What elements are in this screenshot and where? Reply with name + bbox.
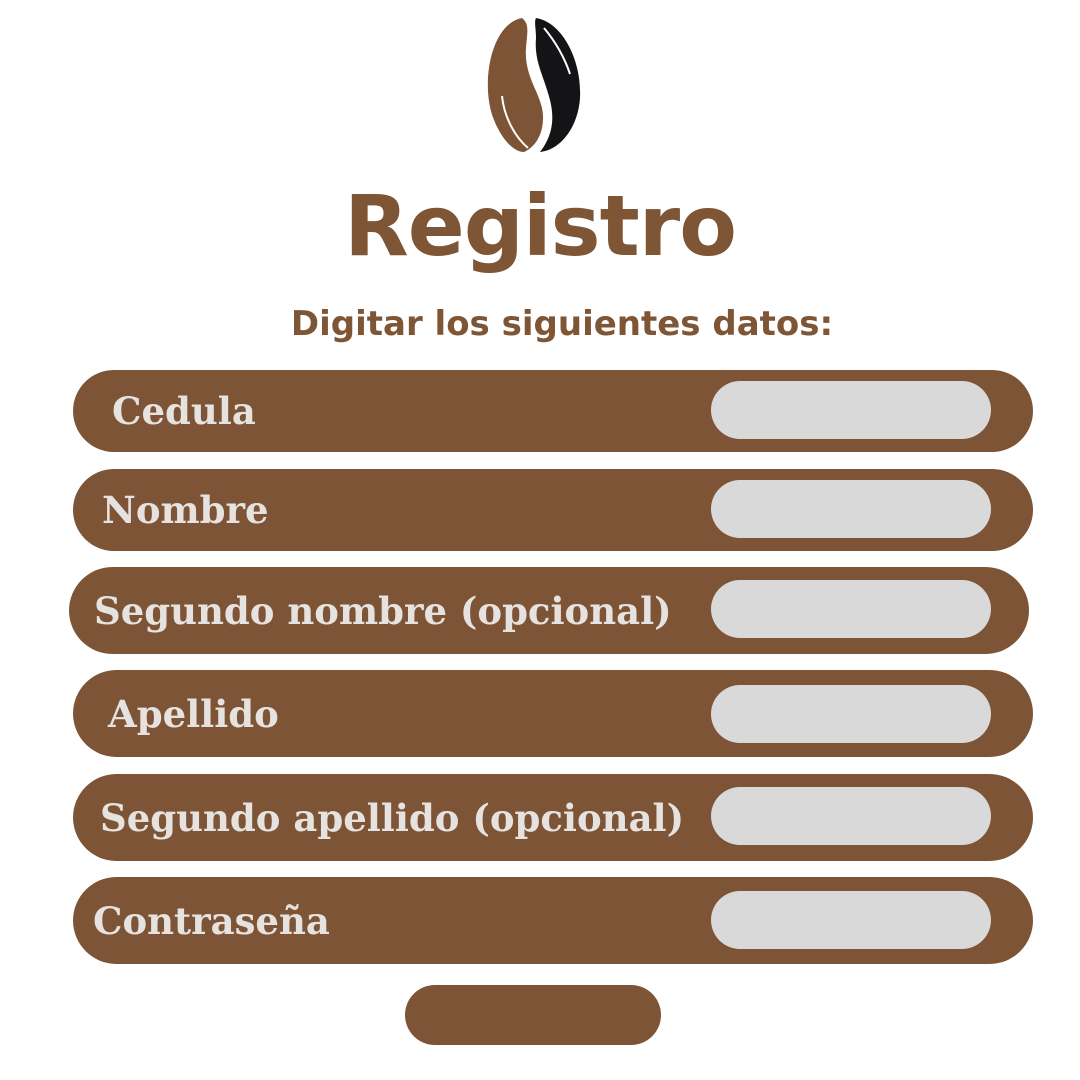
segundo-apellido-row: Segundo apellido (opcional) — [73, 774, 1033, 861]
nombre-label: Nombre — [102, 488, 269, 532]
page-title: Registro — [344, 177, 737, 275]
apellido-input[interactable] — [711, 685, 991, 743]
cedula-row: Cedula — [73, 370, 1033, 452]
segundo-apellido-input[interactable] — [711, 787, 991, 845]
apellido-label: Apellido — [108, 691, 279, 736]
nombre-input[interactable] — [711, 480, 991, 538]
submit-button[interactable] — [405, 985, 661, 1045]
cedula-label: Cedula — [112, 389, 256, 433]
page-subtitle: Digitar los siguientes datos: — [290, 304, 834, 344]
contrasena-label: Contraseña — [93, 898, 330, 943]
contrasena-row: Contraseña — [73, 877, 1033, 964]
nombre-row: Nombre — [73, 469, 1033, 551]
coffee-bean-icon — [487, 18, 581, 152]
segundo-apellido-label: Segundo apellido (opcional) — [100, 795, 685, 840]
segundo-nombre-row: Segundo nombre (opcional) — [69, 567, 1029, 654]
segundo-nombre-label: Segundo nombre (opcional) — [94, 588, 672, 633]
segundo-nombre-input[interactable] — [711, 580, 991, 638]
apellido-row: Apellido — [73, 670, 1033, 757]
cedula-input[interactable] — [711, 381, 991, 439]
contrasena-input[interactable] — [711, 891, 991, 949]
